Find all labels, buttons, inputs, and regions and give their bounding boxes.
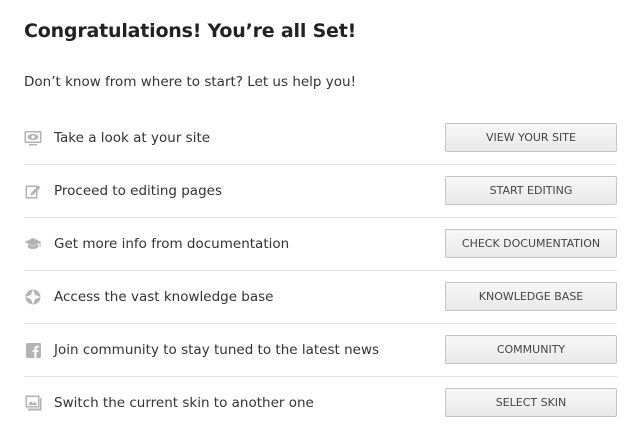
graduation-cap-icon — [24, 235, 42, 253]
action-row-view-site: Take a look at your site VIEW YOUR SITE — [24, 112, 617, 165]
action-label: Get more info from documentation — [54, 236, 290, 252]
action-row-knowledge-base: Access the vast knowledge base KNOWLEDGE… — [24, 271, 617, 324]
action-row-select-skin: Switch the current skin to another one S… — [24, 377, 617, 430]
picture-icon — [24, 394, 42, 412]
knowledge-base-button[interactable]: KNOWLEDGE BASE — [445, 282, 617, 311]
community-button[interactable]: COMMUNITY — [445, 335, 617, 364]
page-subtitle: Don’t know from where to start? Let us h… — [24, 74, 357, 90]
welcome-panel: Congratulations! You’re all Set! Don’t k… — [0, 0, 635, 435]
action-row-community: Join community to stay tuned to the late… — [24, 324, 617, 377]
action-list: Take a look at your site VIEW YOUR SITE … — [24, 112, 617, 430]
action-row-start-editing: Proceed to editing pages START EDITING — [24, 165, 617, 218]
edit-icon — [24, 182, 42, 200]
eye-icon — [24, 129, 42, 147]
action-label: Proceed to editing pages — [54, 183, 222, 199]
action-label: Take a look at your site — [54, 130, 211, 146]
page-title: Congratulations! You’re all Set! — [24, 20, 357, 42]
check-documentation-button[interactable]: CHECK DOCUMENTATION — [445, 229, 617, 258]
action-label: Join community to stay tuned to the late… — [54, 342, 380, 358]
action-row-documentation: Get more info from documentation CHECK D… — [24, 218, 617, 271]
action-label: Access the vast knowledge base — [54, 289, 274, 305]
action-label: Switch the current skin to another one — [54, 395, 314, 411]
view-your-site-button[interactable]: VIEW YOUR SITE — [445, 123, 617, 152]
facebook-icon — [24, 341, 42, 359]
select-skin-button[interactable]: SELECT SKIN — [445, 388, 617, 417]
start-editing-button[interactable]: START EDITING — [445, 176, 617, 205]
lifebuoy-icon — [24, 288, 42, 306]
